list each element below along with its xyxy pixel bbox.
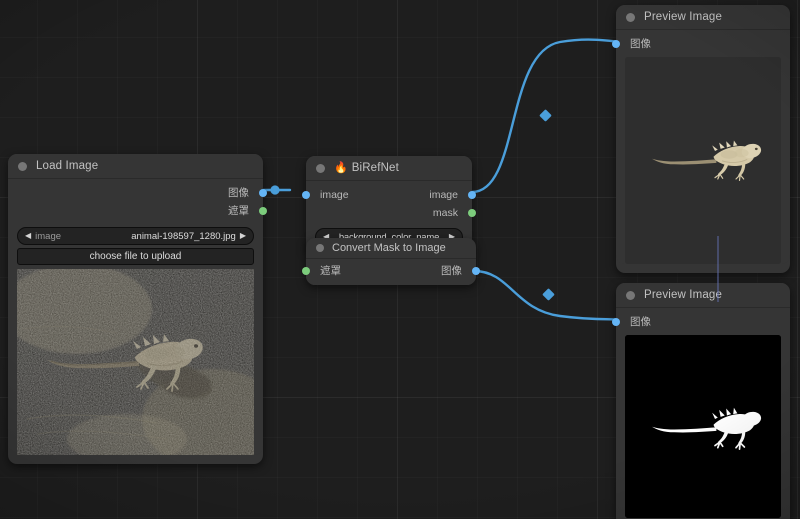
output-port-mask-dot[interactable] bbox=[468, 209, 476, 217]
input-slot-image-label: 图像 bbox=[630, 315, 651, 328]
lizard-cutout-image bbox=[625, 57, 781, 264]
preview-image-top-canvas[interactable] bbox=[625, 57, 781, 264]
node-load-image-body: 图像 遮罩 ◀ image animal-198597_1280.jpg ▶ c… bbox=[8, 179, 267, 455]
input-slot-image[interactable]: 图像 bbox=[612, 313, 790, 331]
link-midpoint-dot-3 bbox=[542, 288, 555, 301]
widget-image-combo-value: animal-198597_1280.jpg bbox=[131, 230, 236, 242]
output-slot-mask[interactable]: 遮罩 bbox=[8, 202, 267, 220]
link-midpoint-dot-2 bbox=[539, 109, 552, 122]
slot-row-mask-image: 遮罩 图像 bbox=[302, 262, 480, 280]
widget-image-combo[interactable]: ◀ image animal-198597_1280.jpg ▶ bbox=[17, 227, 254, 245]
node-preview-image-bottom-body: 图像 bbox=[612, 308, 790, 518]
node-preview-image-bottom-header[interactable]: Preview Image bbox=[616, 283, 790, 308]
link-convertmask-to-preview-bottom bbox=[472, 269, 622, 321]
input-port-mask-dot[interactable] bbox=[302, 267, 310, 275]
output-port-image-dot[interactable] bbox=[259, 189, 267, 197]
collapse-toggle-icon[interactable] bbox=[316, 163, 325, 173]
input-slot-image[interactable]: 图像 bbox=[612, 35, 790, 53]
node-graph-canvas[interactable]: Load Image 图像 遮罩 ◀ image animal-198597_1… bbox=[0, 0, 800, 519]
background-accent-line bbox=[717, 236, 719, 302]
output-slot-image-label: 图像 bbox=[441, 264, 462, 277]
output-slot-image[interactable]: 图像 bbox=[8, 184, 267, 202]
node-preview-image-top[interactable]: Preview Image 图像 bbox=[612, 5, 790, 273]
node-title: Load Image bbox=[36, 160, 99, 172]
preview-image-bottom-canvas[interactable] bbox=[625, 335, 781, 518]
collapse-toggle-icon[interactable] bbox=[626, 12, 635, 22]
link-birefnet-to-preview-top bbox=[470, 38, 622, 194]
collapse-toggle-icon[interactable] bbox=[18, 161, 27, 171]
widget-image-combo-key: image bbox=[35, 230, 62, 242]
node-title: Preview Image bbox=[644, 11, 723, 23]
input-port-image-dot[interactable] bbox=[612, 318, 620, 326]
node-convert-mask-header[interactable]: Convert Mask to Image bbox=[306, 238, 476, 258]
load-image-preview[interactable] bbox=[17, 269, 254, 455]
slot-row-image: image image bbox=[302, 186, 476, 204]
input-port-image-dot[interactable] bbox=[302, 191, 310, 199]
output-port-image-dot[interactable] bbox=[472, 267, 480, 275]
node-title: BiRefNet bbox=[351, 162, 399, 174]
output-slot-image-label: 图像 bbox=[228, 186, 249, 199]
upload-file-button-label: choose file to upload bbox=[89, 251, 182, 262]
output-slot-mask-label: mask bbox=[432, 206, 458, 219]
node-convert-mask-to-image[interactable]: Convert Mask to Image 遮罩 图像 bbox=[302, 238, 480, 285]
flame-icon: 🔥 bbox=[334, 161, 348, 174]
upload-file-button[interactable]: choose file to upload bbox=[17, 248, 254, 265]
output-port-image-dot[interactable] bbox=[468, 191, 476, 199]
node-title: Preview Image bbox=[644, 289, 723, 301]
lizard-on-sand-image bbox=[17, 269, 254, 455]
input-port-image-dot[interactable] bbox=[612, 40, 620, 48]
combo-next-arrow-icon[interactable]: ▶ bbox=[240, 232, 246, 240]
output-slot-mask-label: 遮罩 bbox=[228, 204, 249, 217]
collapse-toggle-icon[interactable] bbox=[316, 244, 324, 252]
node-convert-mask-body: 遮罩 图像 bbox=[302, 259, 480, 285]
node-preview-image-bottom[interactable]: Preview Image 图像 bbox=[612, 283, 790, 519]
link-midpoint-dot-1 bbox=[270, 185, 280, 195]
node-load-image-header[interactable]: Load Image bbox=[8, 154, 263, 179]
node-title: Convert Mask to Image bbox=[332, 242, 446, 254]
node-birefnet-header[interactable]: 🔥 BiRefNet bbox=[306, 156, 472, 181]
lizard-mask-image bbox=[625, 335, 781, 518]
output-slot-image-label: image bbox=[429, 188, 458, 201]
input-slot-image-label: 图像 bbox=[630, 37, 651, 50]
node-preview-image-top-header[interactable]: Preview Image bbox=[616, 5, 790, 30]
output-slot-mask[interactable]: mask bbox=[306, 204, 476, 222]
input-slot-mask-label: 遮罩 bbox=[320, 264, 341, 277]
node-load-image[interactable]: Load Image 图像 遮罩 ◀ image animal-198597_1… bbox=[8, 154, 267, 464]
input-slot-image-label: image bbox=[320, 188, 349, 201]
output-port-mask-dot[interactable] bbox=[259, 207, 267, 215]
collapse-toggle-icon[interactable] bbox=[626, 290, 635, 300]
node-preview-image-top-body: 图像 bbox=[612, 30, 790, 264]
